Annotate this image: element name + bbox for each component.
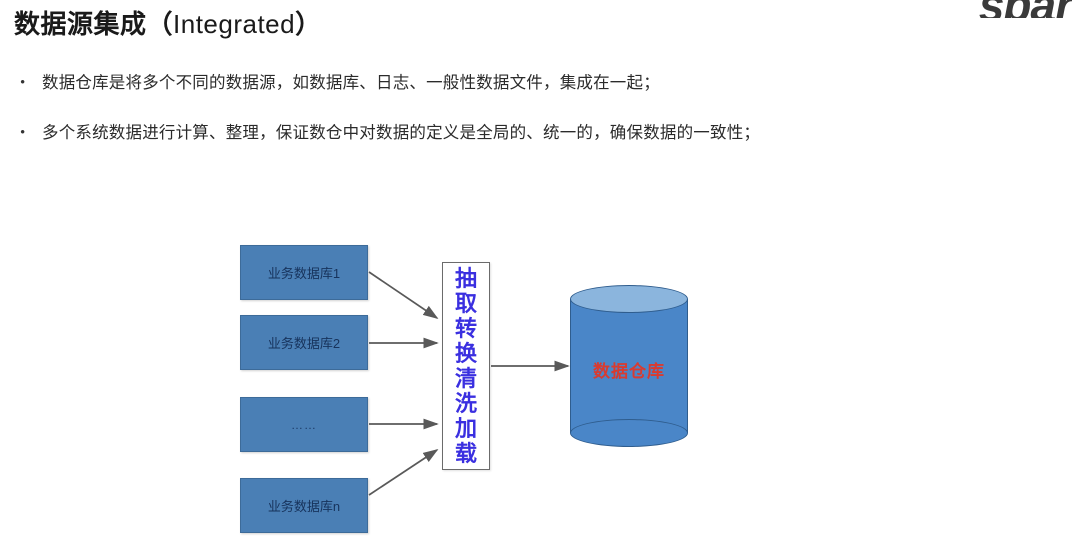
- source-box-n: 业务数据库n: [240, 478, 368, 533]
- etl-process-box: 抽 取 转 换 清 洗 加 载: [442, 262, 490, 470]
- arrow-source1-to-etl: [368, 271, 439, 319]
- bullet-text: 多个系统数据进行计算、整理，保证数仓中对数据的定义是全局的、统一的，确保数据的一…: [42, 123, 761, 142]
- etl-char-7: 载: [454, 441, 477, 466]
- etl-char-1: 取: [454, 291, 477, 316]
- bullet-list: • 数据仓库是将多个不同的数据源，如数据库、日志、一般性数据文件，集成在一起； …: [18, 72, 1068, 172]
- cylinder-bottom-ellipse: [570, 419, 688, 447]
- source-box-1-label: 业务数据库1: [267, 266, 341, 281]
- source-box-2: 业务数据库2: [240, 315, 368, 370]
- brand-logo: spar: [979, 0, 1072, 18]
- source-box-ellipsis: ……: [240, 397, 368, 452]
- data-warehouse-label: 数据仓库: [593, 362, 665, 381]
- etl-char-2: 转: [454, 316, 477, 341]
- data-warehouse-cylinder: 数据仓库: [570, 285, 688, 447]
- arrow-sourcen-to-etl: [368, 449, 439, 496]
- page-title-cn: 数据源集成（: [14, 10, 174, 39]
- source-box-ellipsis-label: ……: [291, 417, 317, 432]
- bullet-text: 数据仓库是将多个不同的数据源，如数据库、日志、一般性数据文件，集成在一起；: [42, 73, 660, 92]
- etl-process-label: 抽 取 转 换 清 洗 加 载: [443, 263, 489, 469]
- etl-char-4: 清: [454, 366, 477, 391]
- list-item: • 数据仓库是将多个不同的数据源，如数据库、日志、一般性数据文件，集成在一起；: [18, 72, 1068, 94]
- page-title-en: Integrated: [173, 9, 296, 39]
- source-box-n-label: 业务数据库n: [267, 499, 341, 514]
- list-item: • 多个系统数据进行计算、整理，保证数仓中对数据的定义是全局的、统一的，确保数据…: [18, 122, 1068, 144]
- page-title-cn-close: ）: [295, 10, 322, 39]
- bullet-marker-icon: •: [20, 125, 26, 141]
- source-box-1: 业务数据库1: [240, 245, 368, 300]
- etl-architecture-diagram: 业务数据库1 业务数据库2 …… 业务数据库n 抽 取 转 换 清 洗 加 载 …: [0, 195, 1080, 541]
- arrow-layer: [368, 271, 570, 496]
- etl-char-3: 换: [454, 341, 477, 366]
- source-box-2-label: 业务数据库2: [267, 336, 341, 351]
- etl-char-5: 洗: [454, 391, 477, 416]
- cylinder-top-ellipse: [570, 285, 688, 313]
- bullet-marker-icon: •: [20, 75, 26, 91]
- etl-char-6: 加: [454, 416, 477, 441]
- etl-char-0: 抽: [454, 266, 477, 291]
- page-title: 数据源集成（Integrated）: [14, 4, 322, 41]
